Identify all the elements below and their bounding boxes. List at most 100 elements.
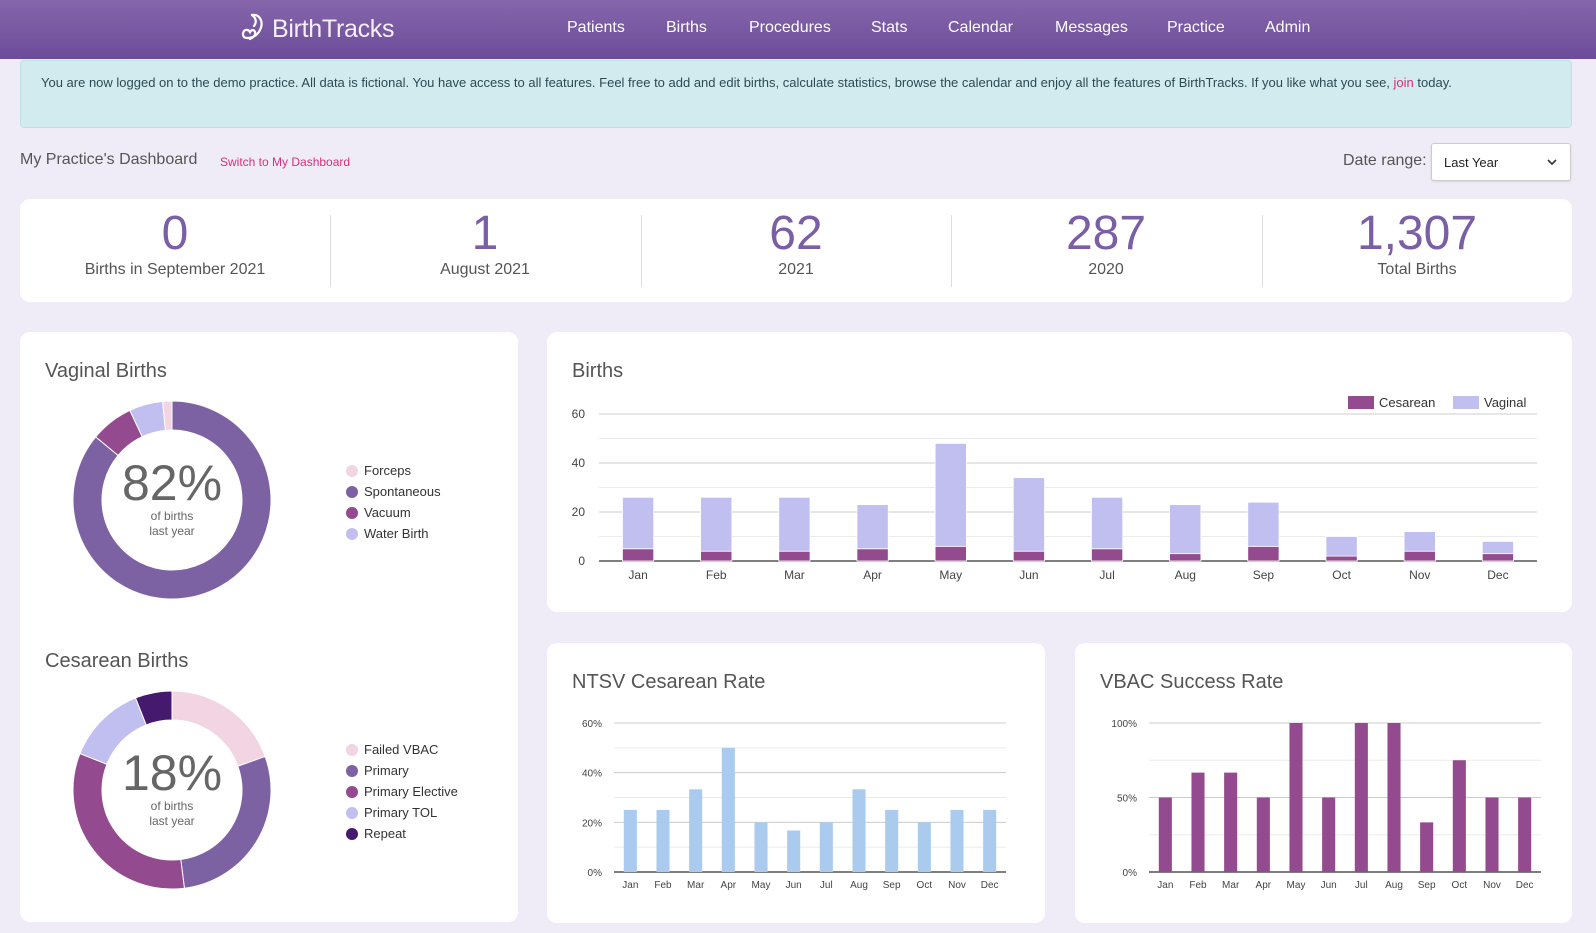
bar-may[interactable] [1289,723,1303,872]
bar-dec[interactable] [1518,797,1532,873]
bar-jun[interactable] [787,830,801,872]
legend-item-cesarean[interactable]: Cesarean [1348,395,1435,410]
bar-jun[interactable] [1322,797,1336,873]
bar-aug[interactable] [1387,723,1401,872]
join-link[interactable]: join [1394,75,1414,90]
bar-aug[interactable] [852,789,866,872]
legend-item-water-birth[interactable]: Water Birth [346,523,441,544]
bar-cesarean-jul[interactable] [1091,548,1124,562]
nav-patients[interactable]: Patients [567,19,625,37]
y-tick-label: 60% [582,719,602,730]
nav-procedures[interactable]: Procedures [749,19,831,37]
x-tick-label: May [939,568,962,582]
nav-calendar[interactable]: Calendar [948,19,1013,37]
bar-cesarean-feb[interactable] [700,550,733,562]
logo[interactable]: BirthTracks [240,12,394,46]
nav-births[interactable]: Births [666,19,707,37]
bar-vaginal-aug[interactable] [1169,504,1202,555]
bar-vaginal-sep[interactable] [1247,501,1280,547]
bar-cesarean-nov[interactable] [1403,550,1436,562]
bar-may[interactable] [754,822,768,872]
vbac-bar-chart: 0% 50% 100% Jan Feb Mar Apr May Jun Jul Aug Sep Oct N… [1111,719,1541,891]
bar-vaginal-dec[interactable] [1481,540,1514,555]
stat-label: 2021 [778,261,814,278]
bar-feb[interactable] [1191,772,1205,872]
bar-sep[interactable] [1420,822,1434,872]
y-tick-label: 50% [1117,794,1137,805]
logo-text: BirthTracks [272,14,395,43]
bar-vaginal-mar[interactable] [778,496,811,552]
legend-item-vaginal[interactable]: Vaginal [1453,395,1527,410]
legend-swatch [346,527,358,540]
legend-swatch [346,506,358,519]
x-tick-label: Feb [1189,880,1207,891]
bar-jan[interactable] [1158,797,1172,873]
x-tick-label: Feb [706,568,727,582]
legend-item-repeat[interactable]: Repeat [346,823,458,844]
legend-item-vacuum[interactable]: Vacuum [346,502,441,523]
legend-item-primary[interactable]: Primary [346,760,458,781]
bar-cesarean-mar[interactable] [778,550,811,562]
y-tick-label: 0% [588,868,603,879]
legend-item-primary-elective[interactable]: Primary Elective [346,781,458,802]
y-tick-label: 0% [1123,868,1138,879]
bar-oct[interactable] [1452,760,1466,872]
bar-cesarean-aug[interactable] [1169,553,1202,562]
legend-swatch [346,827,358,840]
x-tick-label: Aug [850,880,868,891]
bar-vaginal-jul[interactable] [1091,496,1124,550]
bar-cesarean-jun[interactable] [1012,550,1045,562]
date-range-select[interactable]: Last Year [1431,143,1571,181]
bar-apr[interactable] [721,747,735,872]
vaginal-births-title: Vaginal Births [45,360,167,382]
legend-label: Vacuum [364,505,411,520]
bar-mar[interactable] [1224,772,1238,872]
bar-vaginal-apr[interactable] [856,504,889,550]
stat-label: 2020 [1088,261,1124,278]
bar-jul[interactable] [819,822,833,872]
bar-cesarean-jan[interactable] [622,548,655,562]
legend-item-forceps[interactable]: Forceps [346,460,441,481]
bar-cesarean-may[interactable] [934,545,967,562]
bar-jan[interactable] [623,809,637,872]
nav-messages[interactable]: Messages [1055,19,1128,37]
vaginal-births-legend: Forceps Spontaneous Vacuum Water Birth [346,460,441,544]
bar-dec[interactable] [983,809,997,872]
nav-practice[interactable]: Practice [1167,19,1225,37]
legend-item-primary-tol[interactable]: Primary TOL [346,802,458,823]
bar-mar[interactable] [689,789,703,872]
bar-oct[interactable] [917,822,931,872]
y-tick-label: 40% [582,769,602,780]
legend-item-spontaneous[interactable]: Spontaneous [346,481,441,502]
bar-cesarean-oct[interactable] [1325,555,1358,562]
bar-jul[interactable] [1354,723,1368,872]
x-tick-label: Nov [948,880,966,891]
bar-sep[interactable] [885,809,899,872]
switch-dashboard-link[interactable]: Switch to My Dashboard [220,155,350,169]
bar-vaginal-jan[interactable] [622,496,655,550]
x-tick-label: May [752,880,771,891]
donut-sub-2: last year [149,524,195,538]
nav-admin[interactable]: Admin [1265,19,1310,37]
births-chart-card: Births 0 20 40 60 Jan Feb Mar Apr May Jun Jul Aug Se… [547,332,1572,612]
x-tick-label: Nov [1409,568,1430,582]
bar-cesarean-sep[interactable] [1247,545,1280,562]
legend-label: Cesarean [1379,395,1435,410]
bar-vaginal-feb[interactable] [700,496,733,552]
x-tick-label: Jul [820,880,833,891]
bar-nov[interactable] [950,809,964,872]
bar-vaginal-may[interactable] [934,443,967,547]
bar-apr[interactable] [1256,797,1270,873]
x-tick-label: Apr [863,568,882,582]
bar-cesarean-apr[interactable] [856,548,889,562]
bar-cesarean-dec[interactable] [1481,553,1514,562]
bar-vaginal-jun[interactable] [1012,477,1045,552]
bar-vaginal-oct[interactable] [1325,536,1358,557]
legend-item-failed-vbac[interactable]: Failed VBAC [346,739,458,760]
bar-vaginal-nov[interactable] [1403,531,1436,552]
bar-feb[interactable] [656,809,670,872]
nav-stats[interactable]: Stats [871,19,907,37]
ntsv-chart-card: NTSV Cesarean Rate 0% 20% 40% 60% Jan Feb Mar A… [547,643,1045,923]
bar-nov[interactable] [1485,797,1499,873]
stat-prev-month: 1 August 2021 [330,199,640,302]
